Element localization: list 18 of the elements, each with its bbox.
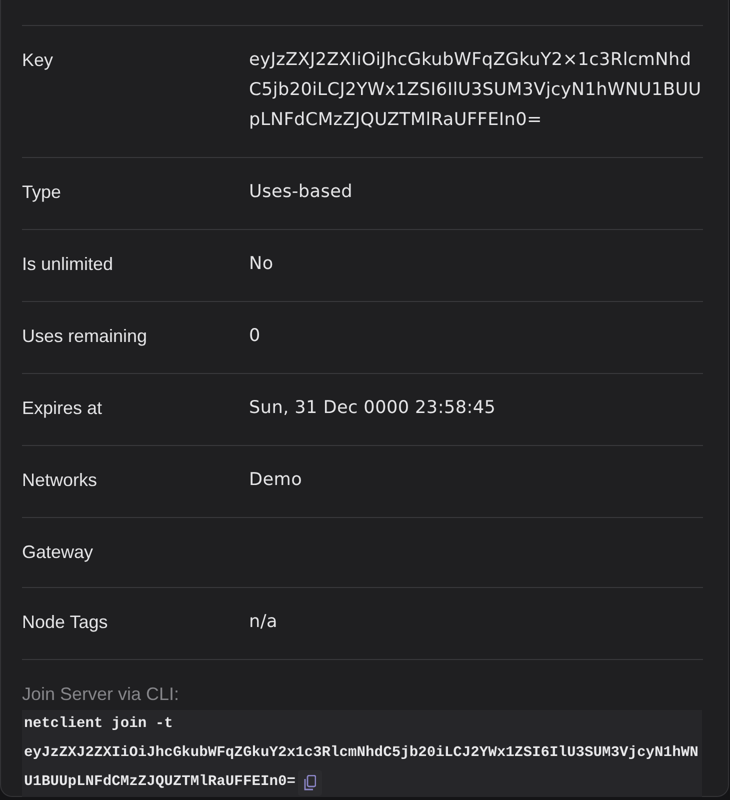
cli-label: Join Server via CLI: [22,683,180,706]
copy-icon[interactable] [298,770,322,796]
field-value: 0 [249,325,262,348]
field-value: n/a [249,611,278,634]
field-label: Gateway [22,541,94,564]
field-label: Is unlimited [22,253,114,276]
field-label: Expires at [22,397,104,420]
field-value: eyJzZXJ2ZXIiOiJhcGkubWFqZGkuY2×1c3RlcmNhdC5jb20iLCJ2YWx1ZSI6IlU3SUM3VjcyN1hWNU1BUUpLNFdCMzZJQUZTMlRaUFFEIn0= [249,49,702,132]
field-value: Sun, 31 Dec 0000 23:58:45 [249,397,497,420]
field-label: Networks [22,469,98,492]
command-code: netclient join -t eyJzZXJ2ZXIiOiJhcGkubWFqZGkuY2x1c3RlcmNhdC5jb20iLCJ2YWx1ZSI6IlU3SUM3VjcyN1hWNU1BUUpLNFdCMzZJQUZTMlRaUFFEIn0= [22,710,702,797]
field-label: Key [22,49,54,72]
field-value: No [249,253,274,276]
field-value: Demo [249,469,304,492]
field-label: Type [22,181,62,204]
field-value: Uses-based [249,181,354,204]
field-label: Uses remaining [22,325,148,348]
field-label: Node Tags [22,611,109,634]
